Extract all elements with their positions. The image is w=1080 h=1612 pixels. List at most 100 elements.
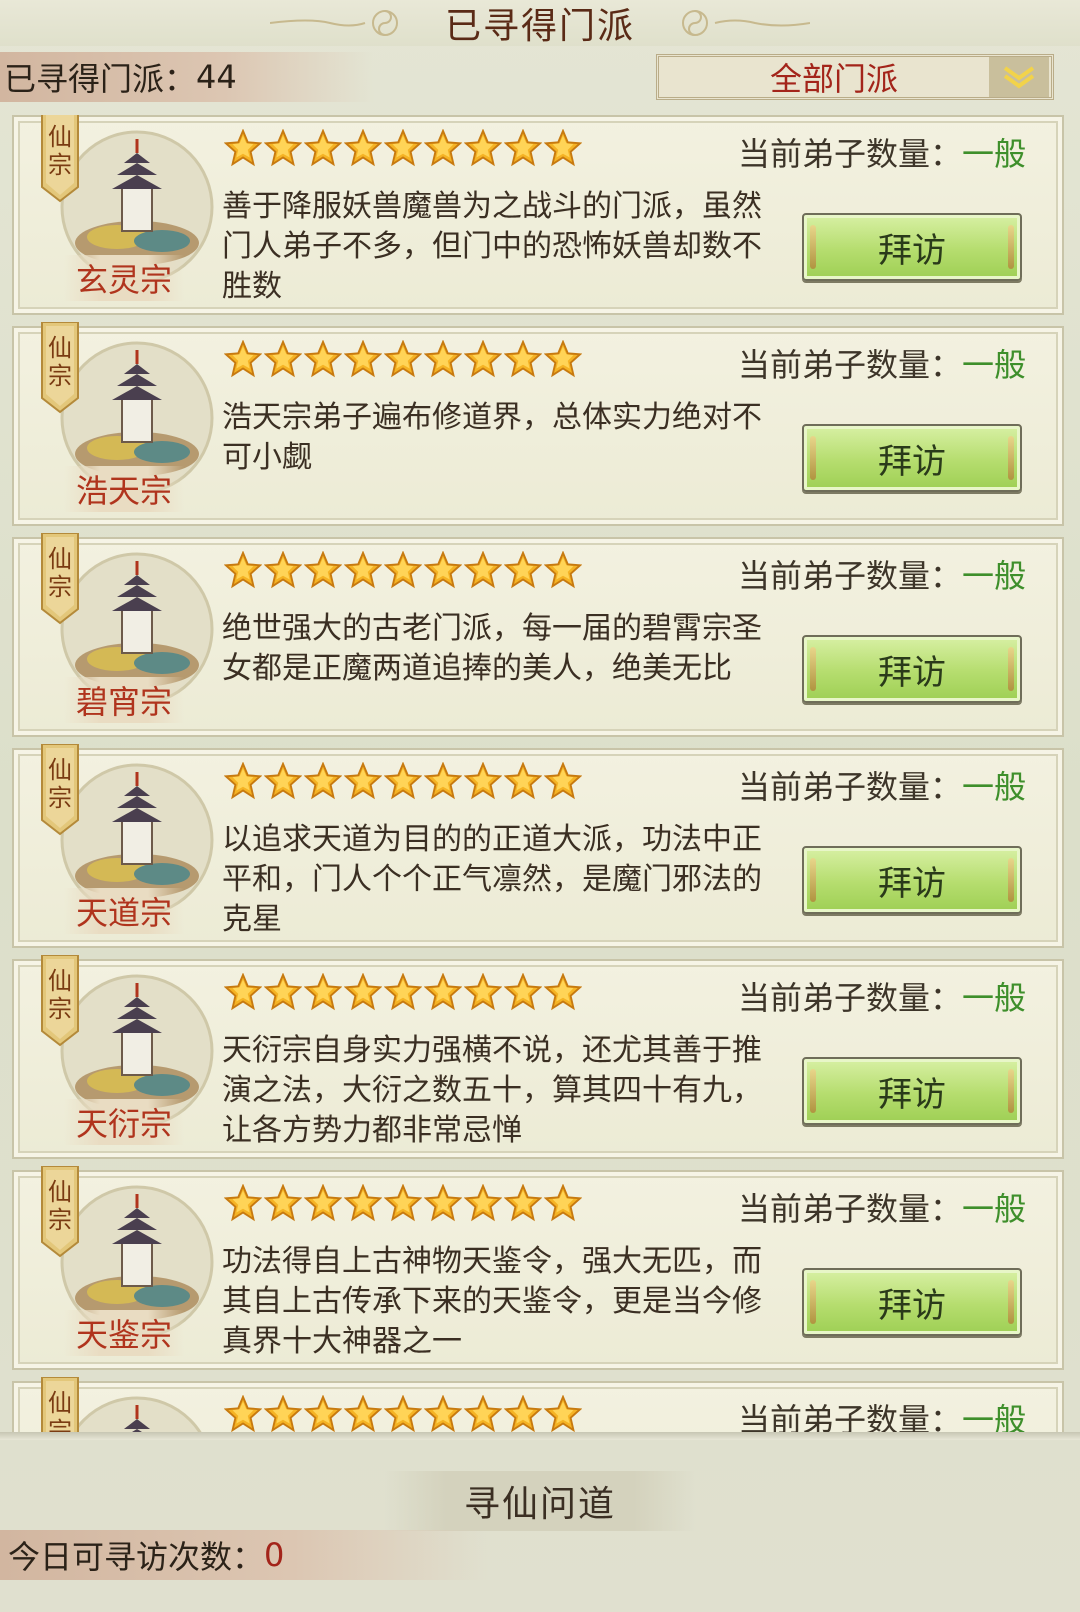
star-icon [423,339,463,378]
star-icon [223,761,263,800]
star-icon [503,1394,543,1432]
star-icon [343,550,383,589]
star-icon [543,128,583,167]
visit-button[interactable]: 拜访 [802,213,1022,281]
star-icon [263,1183,303,1222]
cloud-ornament-icon [682,10,810,36]
star-icon [543,972,583,1011]
disciple-count-value: 一般 [961,346,1026,384]
star-icon [423,550,463,589]
visit-button[interactable]: 拜访 [802,1057,1022,1125]
visit-button[interactable]: 拜访 [802,846,1022,914]
sect-page: 已寻得门派 已寻得门派： 44 全部门派 仙宗 玄灵宗 当前弟子数量：一般 善于降服妖… [0,0,1080,1612]
star-icon [463,128,503,167]
disciple-count: 当前弟子数量：一般 [738,340,1026,386]
disciple-count: 当前弟子数量：一般 [738,129,1026,175]
star-icon [223,339,263,378]
star-icon [463,1394,503,1432]
disciple-count-label: 当前弟子数量： [737,346,962,384]
sect-description: 以追求天道为目的的正道大派，功法中正平和，门人个个正气凛然，是魔门邪法的克星 [222,822,762,937]
disciple-count-label: 当前弟子数量： [737,979,962,1017]
sect-name: 天衍宗 [64,1099,184,1145]
cloud-ornament-icon [270,10,398,36]
star-icon [303,550,343,589]
star-icon [343,1183,383,1222]
sect-card: 仙宗天道宗 当前弟子数量：一般以追求天道为目的的正道大派，功法中正平和，门人个个正… [12,743,1064,948]
star-icon [263,550,303,589]
sect-card: 仙宗 当前弟子数量：一般 [12,1376,1064,1432]
sect-name: 碧宵宗 [64,677,184,723]
disciple-count-label: 当前弟子数量： [737,557,962,595]
disciple-count: 当前弟子数量：一般 [738,551,1026,597]
star-icon [343,972,383,1011]
star-icon [383,761,423,800]
star-icon [223,128,263,167]
chevron-down-icon[interactable] [989,57,1049,97]
today-visits-value: 0 [264,1536,285,1574]
star-icon [463,339,503,378]
visit-button[interactable]: 拜访 [802,1268,1022,1336]
count-bar: 已寻得门派： 44 全部门派 [0,52,1080,102]
sect-card: 仙宗 天鉴宗 当前弟子数量：一般 功法得自上古神物天鉴令，强大无匹，而其自上古传承下来… [12,1165,1064,1370]
disciple-count: 当前弟子数量：一般 [738,762,1026,808]
star-icon [503,761,543,800]
star-icon [543,550,583,589]
seek-title: 寻仙问道 [383,1471,696,1531]
star-icon [343,339,383,378]
visit-button[interactable]: 拜访 [802,424,1022,492]
star-rating [223,339,583,380]
found-count: 已寻得门派： 44 [0,52,374,102]
star-icon [423,128,463,167]
sect-name: 天道宗 [64,888,184,934]
sect-filter-dropdown[interactable]: 全部门派 [656,54,1054,100]
disciple-count-label: 当前弟子数量： [737,768,962,806]
visit-button[interactable]: 拜访 [802,635,1022,703]
sect-type-label: 仙宗 [48,123,72,179]
star-icon [503,550,543,589]
sect-description: 天衍宗自身实力强横不说，还尤其善于推演之法，大衍之数五十，算其四十有九，让各方势… [222,1033,762,1148]
star-icon [383,339,423,378]
sect-description: 浩天宗弟子遍布修道界，总体实力绝对不可小觑 [222,400,762,475]
disciple-count-label: 当前弟子数量： [737,1190,962,1228]
divider [0,1432,1080,1440]
star-icon [343,761,383,800]
sect-name: 玄灵宗 [64,255,184,301]
star-icon [303,128,343,167]
star-icon [383,1183,423,1222]
sect-name: 天鉴宗 [64,1310,184,1356]
star-icon [503,128,543,167]
star-icon [383,972,423,1011]
sect-type-label: 仙宗 [48,1178,72,1234]
star-icon [343,1394,383,1432]
star-icon [503,339,543,378]
sect-card: 仙宗 浩天宗 当前弟子数量：一般 浩天宗弟子遍布修道界，总体实力绝对不可小觑 拜访 [12,321,1064,526]
star-icon [463,972,503,1011]
star-icon [503,1183,543,1222]
star-rating [223,550,583,591]
sect-type-label: 仙宗 [48,545,72,601]
sect-list[interactable]: 仙宗 玄灵宗 当前弟子数量：一般 善于降服妖兽魔兽为之战斗的门派，虽然门人弟子不多，但… [12,115,1064,1432]
star-icon [383,550,423,589]
star-icon [423,1394,463,1432]
disciple-count-label: 当前弟子数量： [737,135,962,173]
disciple-count-value: 一般 [961,1190,1026,1228]
disciple-count: 当前弟子数量：一般 [738,1395,1026,1432]
sect-type-label: 仙宗 [48,756,72,812]
disciple-count-value: 一般 [961,557,1026,595]
star-icon [223,550,263,589]
star-icon [383,128,423,167]
found-count-value: 44 [196,58,237,96]
star-icon [423,1183,463,1222]
disciple-count: 当前弟子数量：一般 [738,973,1026,1019]
star-rating [223,761,583,802]
star-icon [263,128,303,167]
star-icon [543,761,583,800]
star-rating [223,1183,583,1224]
star-icon [263,339,303,378]
star-icon [543,1394,583,1432]
star-icon [223,1394,263,1432]
star-rating [223,1394,583,1432]
today-visits-label: 今日可寻访次数： [8,1538,265,1576]
today-visits: 今日可寻访次数： 0 [0,1530,488,1580]
sect-card: 仙宗 玄灵宗 当前弟子数量：一般 善于降服妖兽魔兽为之战斗的门派，虽然门人弟子不多，但… [12,115,1064,315]
